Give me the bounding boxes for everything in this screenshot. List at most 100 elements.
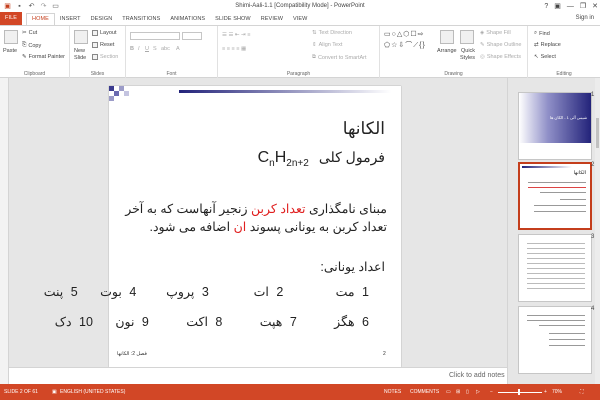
formula-carbon: C: [257, 149, 270, 166]
zoom-slider-thumb[interactable]: [518, 389, 520, 395]
minimize-icon[interactable]: —: [567, 3, 574, 10]
section-button[interactable]: Section: [92, 54, 118, 60]
tab-design[interactable]: DESIGN: [86, 14, 118, 25]
search-icon: ⌕: [534, 30, 538, 36]
tab-file[interactable]: FILE: [0, 12, 22, 25]
find-label: Find: [539, 30, 550, 37]
quick-styles-button[interactable]: Quick: [461, 48, 475, 54]
quick-styles-button-line2[interactable]: Styles: [460, 55, 475, 61]
quick-styles-icon[interactable]: [460, 30, 474, 44]
italic-button[interactable]: I: [138, 46, 140, 52]
close-icon[interactable]: ✕: [592, 2, 598, 10]
numbers-row-1[interactable]: 1 مت 2 ات 3 پروپ 4 بوت 5 پنت: [44, 284, 369, 299]
arrange-icon[interactable]: [440, 30, 454, 44]
paste-button[interactable]: Paste: [3, 48, 17, 54]
font-size-combo[interactable]: [182, 32, 202, 40]
zoom-out-icon[interactable]: −: [490, 389, 493, 395]
copy-icon: ⎘: [22, 42, 27, 48]
formula-hydrogen-subscript: 2n+2: [286, 158, 309, 170]
new-slide-button[interactable]: New: [74, 48, 85, 54]
deco-block: [114, 91, 119, 96]
thumbnail-slide-2[interactable]: الکانها: [518, 162, 592, 230]
normal-view-icon[interactable]: ▭: [446, 389, 451, 395]
tab-insert[interactable]: INSERT: [55, 14, 86, 25]
thumbnail-slide-1[interactable]: شیمی آلی 1 - الکان ها: [518, 92, 592, 160]
find-button[interactable]: ⌕ Find: [534, 30, 550, 37]
shadow-button[interactable]: S: [153, 46, 157, 52]
paragraph-group: ☰ ☰ ⇤ ⇥ ≡ ≡ ≡ ≡ ≡ ▦ ⇅ Text Direction ⇕ Ali…: [218, 26, 380, 78]
thumbnails-scrollbar[interactable]: [595, 78, 600, 384]
shape-effects-button[interactable]: ◎ Shape Effects: [480, 54, 521, 60]
select-button[interactable]: ↖ Select: [534, 54, 556, 60]
new-slide-button-line2[interactable]: Slide: [74, 55, 86, 61]
slide-sorter-icon[interactable]: ⊞: [456, 389, 460, 395]
sign-in-link[interactable]: Sign in: [576, 15, 594, 21]
pen-icon: ✎: [480, 42, 485, 48]
naming-paragraph[interactable]: مبنای نامگذاری تعداد کربن زنجیر آنهاست ک…: [117, 200, 387, 236]
new-slide-icon[interactable]: [74, 30, 88, 44]
effects-icon: ◎: [480, 54, 485, 60]
current-slide[interactable]: الکانها فرمول کلی CnH2n+2 مبنای نامگذاری…: [44, 86, 401, 367]
notes-placeholder[interactable]: Click to add notes: [449, 372, 505, 379]
thumbnail-slide-4[interactable]: [518, 306, 592, 374]
paste-icon[interactable]: [4, 30, 18, 44]
thumbnail-text-line: [534, 211, 586, 212]
notes-toggle[interactable]: NOTES: [384, 389, 401, 395]
drawing-group-label: Drawing: [444, 71, 463, 77]
thumbnail-text-line: [527, 320, 585, 321]
slide-title[interactable]: الکانها: [343, 119, 385, 139]
copy-button[interactable]: ⎘ Copy: [22, 42, 41, 49]
shape-outline-button[interactable]: ✎ Shape Outline: [480, 42, 521, 48]
thumbnail-text-line: [549, 339, 585, 340]
language-indicator[interactable]: ENGLISH (UNITED STATES): [60, 389, 125, 395]
tab-animations[interactable]: ANIMATIONS: [165, 14, 210, 25]
cut-label: Cut: [28, 30, 38, 36]
scrollbar-thumb[interactable]: [596, 118, 599, 148]
comments-toggle[interactable]: COMMENTS: [410, 389, 439, 395]
tab-transitions[interactable]: TRANSITIONS: [117, 14, 165, 25]
ribbon-display-icon[interactable]: ▣: [554, 2, 561, 10]
align-buttons[interactable]: ≡ ≡ ≡ ≡ ▦: [222, 46, 246, 52]
notes-pane[interactable]: Click to add notes: [9, 367, 507, 384]
underline-button[interactable]: U: [145, 46, 149, 52]
tab-slide-show[interactable]: SLIDE SHOW: [210, 14, 256, 25]
restore-icon[interactable]: ❐: [580, 2, 586, 10]
thumbnail-slide-3[interactable]: [518, 234, 592, 302]
reset-button[interactable]: Reset: [92, 42, 114, 48]
font-name-combo[interactable]: [130, 32, 180, 40]
convert-smartart-button[interactable]: ⧉ Convert to SmartArt: [312, 54, 367, 61]
replace-button[interactable]: ⇄ Replace: [534, 42, 561, 48]
shape-fill-button[interactable]: ◈ Shape Fill: [480, 30, 511, 36]
zoom-slider[interactable]: [498, 392, 542, 393]
tab-home[interactable]: HOME: [26, 13, 55, 25]
tab-review[interactable]: REVIEW: [256, 14, 288, 25]
slideshow-view-icon[interactable]: ▷: [476, 389, 480, 395]
bullets-button[interactable]: ☰ ☰ ⇤ ⇥ ≡: [222, 32, 250, 38]
chemical-formula: CnH2n+2: [258, 149, 309, 169]
font-color-button[interactable]: A: [176, 46, 180, 52]
shapes-gallery-row2[interactable]: ⬠☆⇩⌒⟋{}: [384, 40, 426, 50]
format-painter-button[interactable]: ✎ Format Painter: [22, 54, 65, 60]
align-text-button[interactable]: ⇕ Align Text: [312, 42, 342, 48]
thumbnail-text-line: [560, 199, 586, 200]
strikethrough-button[interactable]: abc: [161, 46, 170, 52]
zoom-level[interactable]: 70%: [552, 389, 562, 395]
slide-number: 2: [383, 351, 386, 357]
arrange-button[interactable]: Arrange: [437, 48, 457, 54]
slides-group: New Slide Layout Reset Section Slides: [70, 26, 126, 78]
numbers-heading[interactable]: اعداد یونانی:: [320, 259, 385, 274]
text-direction-button[interactable]: ⇅ Text Direction: [312, 30, 352, 36]
fit-slide-icon[interactable]: ⛶: [580, 389, 584, 395]
shapes-gallery[interactable]: ▭○△⬡☐⇨: [384, 30, 424, 38]
bold-button[interactable]: B: [130, 46, 134, 52]
help-icon[interactable]: ?: [544, 3, 548, 10]
reading-view-icon[interactable]: ▯: [466, 389, 469, 395]
zoom-in-icon[interactable]: +: [544, 389, 547, 395]
numbers-row-2[interactable]: 6 هگز 7 هپت 8 اکت 9 نون 10 دک: [55, 314, 369, 329]
cut-button[interactable]: ✂ Cut: [22, 30, 37, 36]
spellcheck-icon[interactable]: ▣: [52, 389, 57, 395]
font-group: B I U S abc A Font: [126, 26, 218, 78]
layout-button[interactable]: Layout: [92, 30, 117, 36]
tab-view[interactable]: VIEW: [288, 14, 312, 25]
formula-line[interactable]: فرمول کلی CnH2n+2: [258, 149, 385, 169]
